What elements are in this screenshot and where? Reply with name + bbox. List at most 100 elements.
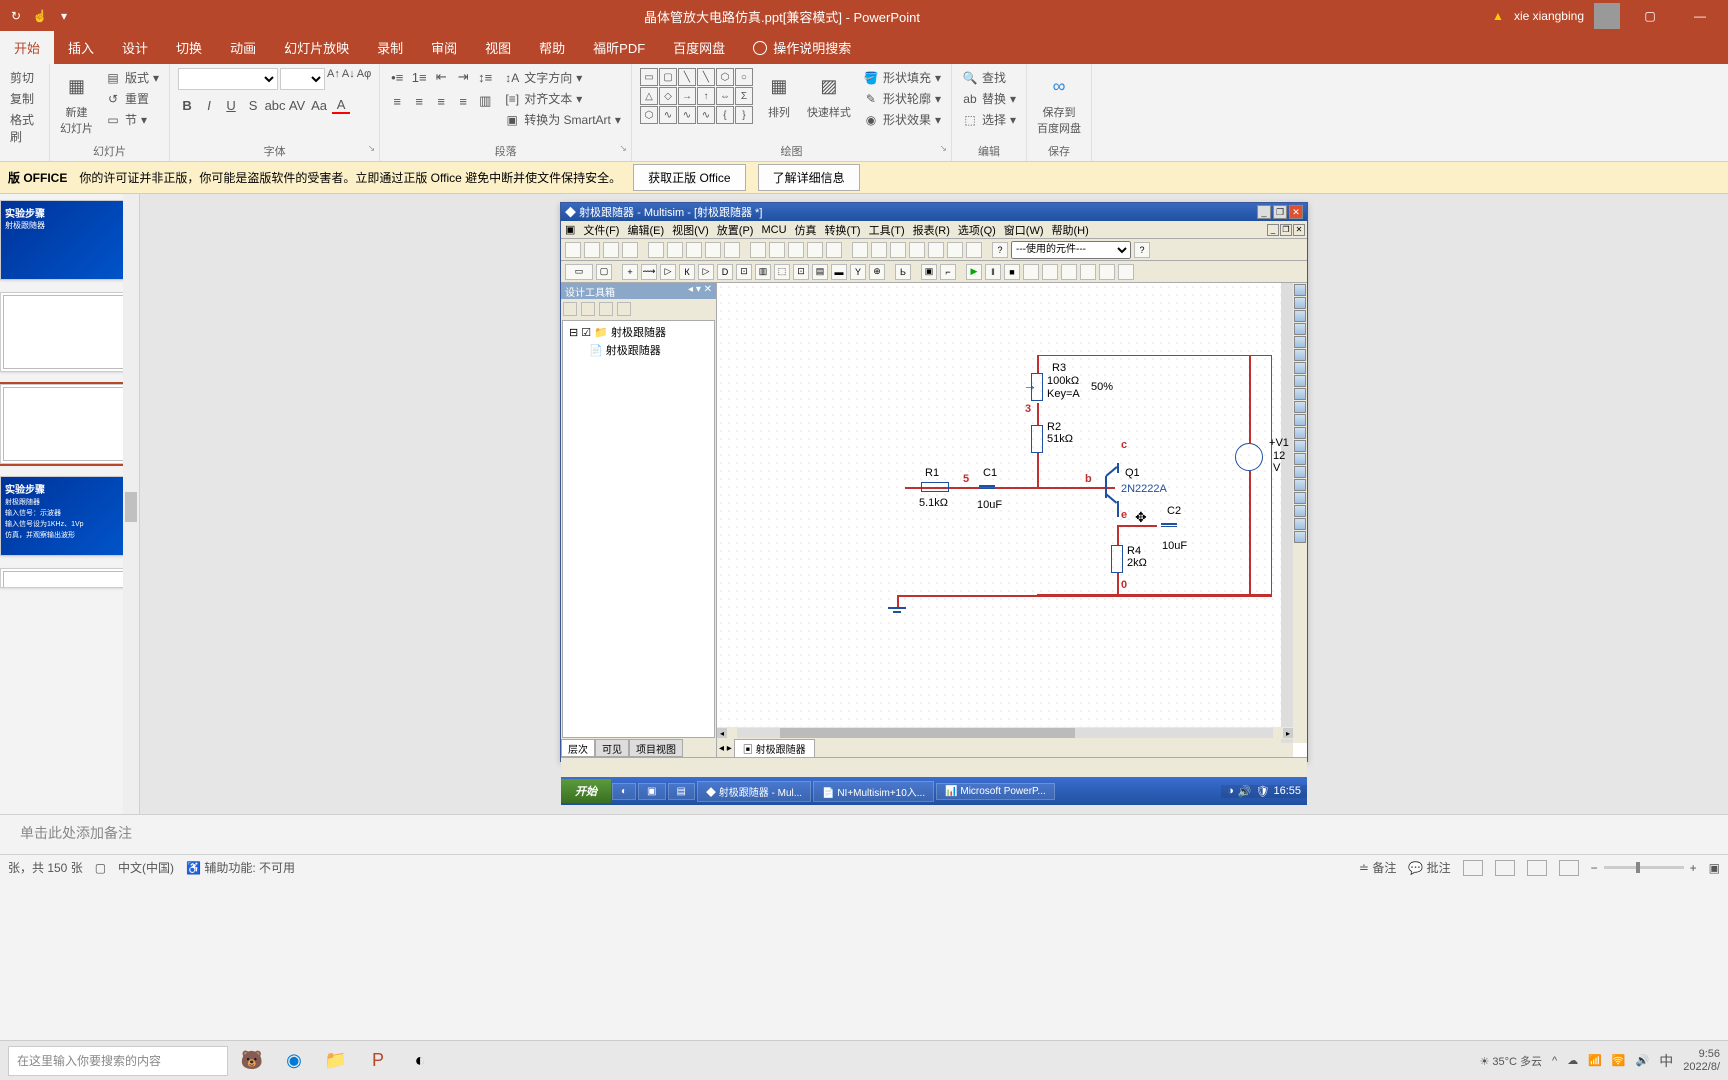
shadow-icon[interactable]: abc [266, 96, 284, 114]
tb-misc2-icon[interactable]: ▬ [831, 264, 847, 280]
edge-icon[interactable]: ◉ [276, 1043, 312, 1079]
tb-comp1-icon[interactable] [852, 242, 868, 258]
search-input[interactable]: 在这里输入你要搜索的内容 [8, 1046, 228, 1076]
tb-comp5-icon[interactable] [928, 242, 944, 258]
tab-tell-me[interactable]: 操作说明搜索 [739, 31, 865, 64]
tab-slideshow[interactable]: 幻灯片放映 [270, 31, 363, 64]
menu-simulate[interactable]: 仿真 [795, 222, 817, 238]
r2-resistor[interactable] [1031, 425, 1043, 453]
tab-project[interactable]: 项目视图 [629, 739, 683, 757]
instr-mt-icon[interactable] [1294, 505, 1306, 517]
minimize-icon[interactable]: — [1680, 0, 1720, 32]
tb-save-icon[interactable] [603, 242, 619, 258]
shape-outline-button[interactable]: ✎形状轮廓 ▾ [861, 89, 943, 108]
task-multisim[interactable]: ◆ 射极跟随器 - Mul... [697, 781, 811, 802]
r1-resistor[interactable] [921, 482, 949, 492]
zoom-in-icon[interactable]: + [1690, 861, 1697, 875]
tb-misc-icon[interactable]: ▥ [755, 264, 771, 280]
tb-i5-icon[interactable] [1099, 264, 1115, 280]
instr-cp-icon[interactable] [1294, 492, 1306, 504]
indent-left-icon[interactable]: ⇤ [432, 68, 450, 86]
comments-button[interactable]: 💬 批注 [1408, 859, 1450, 876]
tb-zoomout-icon[interactable] [788, 242, 804, 258]
task-doc[interactable]: 📄 NI+Multisim+10入... [813, 781, 934, 802]
tb-cut-icon[interactable] [648, 242, 664, 258]
doc-min-icon[interactable]: _ [1267, 224, 1279, 236]
tray-volume-icon[interactable]: 🔊 [1636, 1054, 1650, 1067]
grow-font-icon[interactable]: A↑ [327, 68, 340, 90]
tb-undo-icon[interactable] [705, 242, 721, 258]
tray-onedrive-icon[interactable]: ☁ [1567, 1054, 1578, 1067]
learn-more-button[interactable]: 了解详细信息 [758, 164, 860, 191]
tray-up-icon[interactable]: ^ [1552, 1055, 1557, 1067]
tb-cmos-icon[interactable]: ⊡ [736, 264, 752, 280]
tb-run-icon[interactable]: ▶ [966, 264, 982, 280]
indent-right-icon[interactable]: ⇥ [454, 68, 472, 86]
copy-button[interactable]: 复制 [8, 89, 41, 108]
menu-transfer[interactable]: 转换(T) [825, 222, 861, 238]
ql2-icon[interactable]: ▣ [638, 783, 665, 800]
tb-new-icon[interactable] [565, 242, 581, 258]
menu-view[interactable]: 视图(V) [672, 222, 709, 238]
clear-format-icon[interactable]: Aφ [357, 68, 371, 90]
qat-dropdown-icon[interactable]: ▾ [56, 8, 72, 24]
ground[interactable] [888, 607, 906, 619]
tb-help-icon[interactable]: ? [992, 242, 1008, 258]
menu-edit[interactable]: 编辑(E) [627, 222, 664, 238]
underline-icon[interactable]: U [222, 96, 240, 114]
tb-pause-icon[interactable]: ‖ [985, 264, 1001, 280]
tb-tran-icon[interactable]: К [679, 264, 695, 280]
tb-help2-icon[interactable]: ? [1134, 242, 1150, 258]
tab-animations[interactable]: 动画 [216, 31, 270, 64]
tab-insert[interactable]: 插入 [54, 31, 108, 64]
doc-close-icon[interactable]: ✕ [1293, 224, 1305, 236]
align-text-button[interactable]: [≡]对齐文本 ▾ [502, 89, 623, 108]
tray-ime[interactable]: 中 [1659, 1051, 1673, 1071]
tb-i1-icon[interactable] [1023, 264, 1039, 280]
justify-icon[interactable]: ≡ [454, 92, 472, 110]
tb-zoomfit-icon[interactable] [826, 242, 842, 258]
lang-icon[interactable]: ▢ [95, 861, 106, 875]
menu-reports[interactable]: 报表(R) [913, 222, 950, 238]
tb-open-icon[interactable] [584, 242, 600, 258]
tab-review[interactable]: 审阅 [417, 31, 471, 64]
tray-icon2[interactable]: 🔊 [1238, 785, 1252, 798]
tb-i6-icon[interactable] [1118, 264, 1134, 280]
tb-zoomin-icon[interactable] [769, 242, 785, 258]
tb-bus-icon[interactable]: Ь [895, 264, 911, 280]
tb-power-icon[interactable]: ▤ [812, 264, 828, 280]
max-icon[interactable]: ❐ [1273, 205, 1287, 219]
ribbon-mode-icon[interactable]: ▢ [1630, 0, 1670, 32]
component-select[interactable]: ---使用的元件--- [1011, 241, 1131, 259]
tb-redo-icon[interactable] [724, 242, 740, 258]
thumb-4[interactable]: 实验步骤射极跟随器 输入信号：示波器 输入信号设为1KHz、1Vp 仿真，并观察… [0, 476, 133, 556]
instr-lv-icon[interactable] [1294, 518, 1306, 530]
smartart-button[interactable]: ▣转换为 SmartArt ▾ [502, 110, 623, 129]
tb-paste-icon[interactable] [686, 242, 702, 258]
tab-view[interactable]: 视图 [471, 31, 525, 64]
bold-icon[interactable]: B [178, 96, 196, 114]
tray-network-icon[interactable]: 📶 [1588, 1054, 1602, 1067]
tray-icon[interactable]: ◑ [1227, 785, 1234, 797]
reset-button[interactable]: ↺重置 [103, 89, 161, 108]
tb-adv-icon[interactable]: Y [850, 264, 866, 280]
thumb-2[interactable] [0, 292, 133, 372]
tb-diode-icon[interactable]: ▷ [660, 264, 676, 280]
tb-ind-icon[interactable]: ⊡ [793, 264, 809, 280]
design-tree[interactable]: ⊟ ☑ 📁 射极跟随器 📄 射极跟随器 [562, 320, 715, 738]
spacing-icon[interactable]: AV [288, 96, 306, 114]
thumb-5[interactable] [0, 568, 133, 588]
c2-capacitor[interactable] [1161, 523, 1177, 527]
tb-sq-icon[interactable]: ▢ [596, 264, 612, 280]
new-slide-button[interactable]: ▦新建 幻灯片 [58, 68, 95, 138]
sorter-view-icon[interactable] [1495, 860, 1515, 876]
tab-hierarchy[interactable]: 层次 [561, 739, 595, 757]
doc-restore-icon[interactable]: ❐ [1280, 224, 1292, 236]
schematic-canvas[interactable]: ◂ ▸ ▣ 射极跟随器 [717, 283, 1307, 757]
app-icon[interactable]: ◐ [402, 1043, 438, 1079]
thumb-3-selected[interactable] [0, 384, 133, 464]
section-button[interactable]: ▭节 ▾ [103, 110, 161, 129]
italic-icon[interactable]: I [200, 96, 218, 114]
tb-comp6-icon[interactable] [947, 242, 963, 258]
clock[interactable]: 9:562022/8/ [1683, 1048, 1720, 1072]
